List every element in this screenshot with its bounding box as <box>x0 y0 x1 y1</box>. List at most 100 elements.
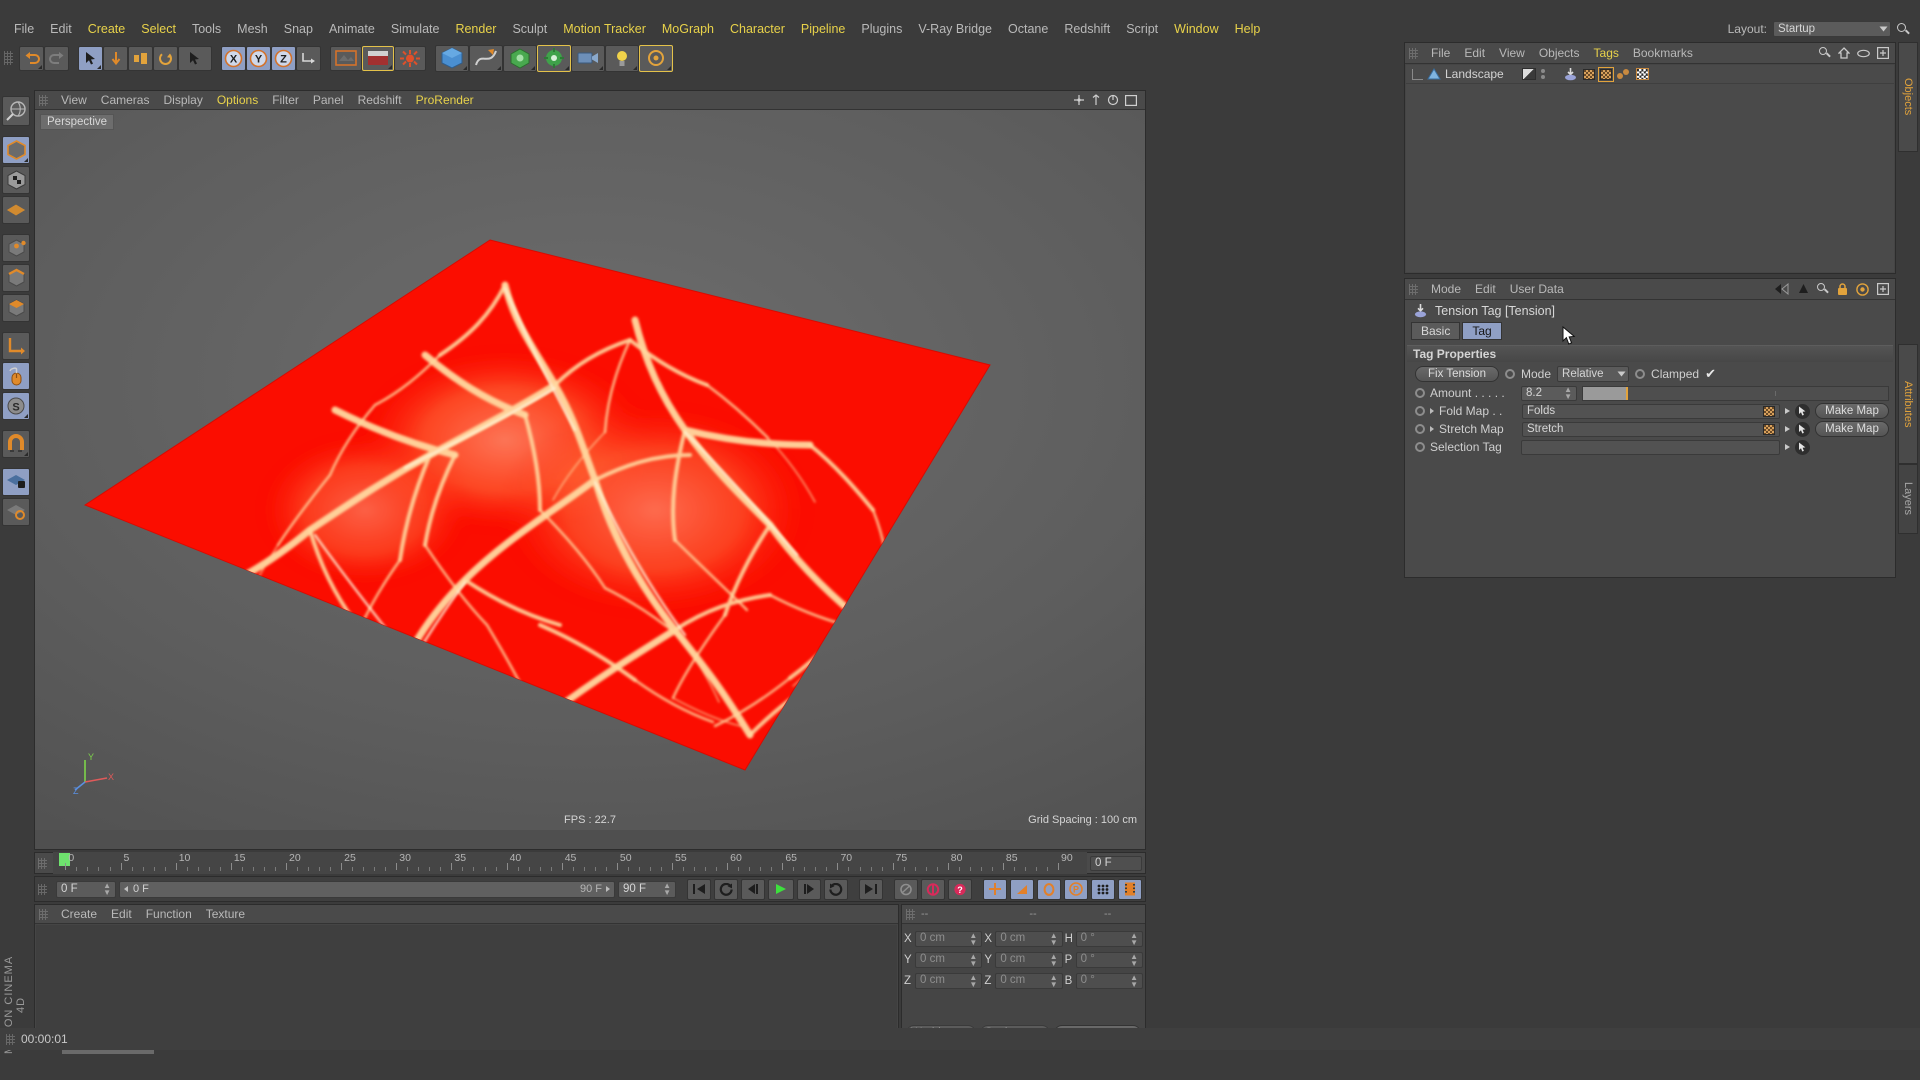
menu-item-create[interactable]: Create <box>80 18 134 40</box>
make-editable-button[interactable] <box>2 96 30 126</box>
playback-grip[interactable] <box>38 883 47 895</box>
menu-item-render[interactable]: Render <box>447 18 504 40</box>
object-menu-item-objects[interactable]: Objects <box>1532 43 1587 63</box>
tab-attributes[interactable]: Attributes <box>1898 344 1918 464</box>
attribute-menu-item-mode[interactable]: Mode <box>1424 279 1468 299</box>
material-menu-item-function[interactable]: Function <box>139 904 199 924</box>
coordinate-input[interactable]: 0 ° ▲ ▼ <box>1075 951 1143 968</box>
animate-radio[interactable] <box>1415 424 1425 434</box>
uv-tag-icon[interactable] <box>1635 68 1649 80</box>
add-camera-button[interactable] <box>571 44 605 72</box>
coordinate-input[interactable]: 0 cm ▲ ▼ <box>915 972 983 989</box>
play-backwards-button[interactable] <box>714 878 738 900</box>
clamped-anim-radio[interactable] <box>1635 369 1646 379</box>
frame-range-bar[interactable]: 0 F 90 F <box>119 880 615 898</box>
attribute-tab-basic[interactable]: Basic <box>1411 322 1461 340</box>
stepper-icon-coord[interactable]: ▲ ▼ <box>969 973 977 988</box>
target-icon[interactable] <box>1856 282 1869 296</box>
menu-item-file[interactable]: File <box>6 18 42 40</box>
visibility-dots-icon[interactable] <box>1540 69 1545 79</box>
point-level-animation-button[interactable] <box>1091 878 1115 900</box>
fix-tension-button[interactable]: Fix Tension <box>1415 366 1499 382</box>
tension-tag-icon[interactable] <box>1563 67 1578 81</box>
expand-arrow-icon[interactable] <box>1430 408 1434 414</box>
soft-selection-button[interactable]: S <box>2 392 30 420</box>
material-menu-item-create[interactable]: Create <box>54 904 104 924</box>
redo-button[interactable] <box>44 45 69 71</box>
object-grip[interactable] <box>1409 47 1418 59</box>
add-layer-icon[interactable] <box>1877 47 1889 59</box>
texture-tag-icon-2[interactable] <box>1597 66 1614 82</box>
rotate-tool[interactable] <box>153 45 178 71</box>
stepper-icon-coord[interactable]: ▲ ▼ <box>1050 931 1058 946</box>
menu-item-sculpt[interactable]: Sculpt <box>504 18 555 40</box>
coordinate-input[interactable]: 0 cm ▲ ▼ <box>995 972 1063 989</box>
expand-arrow-icon[interactable] <box>1430 426 1434 432</box>
menu-item-pipeline[interactable]: Pipeline <box>793 18 853 40</box>
current-frame-input[interactable]: 0 F ▲ ▼ <box>56 880 116 898</box>
animate-radio[interactable] <box>1415 406 1425 416</box>
material-menu-item-texture[interactable]: Texture <box>199 904 252 924</box>
viewport-menu-item-redshift[interactable]: Redshift <box>351 90 409 110</box>
enable-axis-button[interactable] <box>2 362 30 390</box>
texture-tag-icon-1[interactable] <box>1582 68 1595 80</box>
menu-item-select[interactable]: Select <box>133 18 184 40</box>
material-dots-icon[interactable] <box>1616 68 1631 80</box>
world-object-coordinates-button[interactable] <box>296 45 321 71</box>
stepper-icon[interactable]: ▲ ▼ <box>103 882 111 897</box>
map-thumbnail-icon[interactable] <box>1763 423 1775 435</box>
search-icon-attributes[interactable] <box>1817 283 1829 295</box>
record-position-button[interactable] <box>921 878 945 900</box>
menu-item-character[interactable]: Character <box>722 18 793 40</box>
step-forward-button[interactable] <box>797 878 821 900</box>
viewport-menu-item-prorender[interactable]: ProRender <box>409 90 481 110</box>
polygons-mode-button[interactable] <box>2 294 30 322</box>
select-arrow-tool[interactable] <box>178 45 212 71</box>
object-tree[interactable]: Landscape <box>1406 65 1894 272</box>
visibility-toggle-icon[interactable] <box>1521 68 1536 80</box>
object-menu-item-view[interactable]: View <box>1492 43 1532 63</box>
stepper-icon-amount[interactable]: ▲ ▼ <box>1564 386 1572 401</box>
animate-radio[interactable] <box>1415 388 1425 398</box>
stepper-icon-coord[interactable]: ▲ ▼ <box>1130 952 1138 967</box>
object-menu-item-bookmarks[interactable]: Bookmarks <box>1626 43 1700 63</box>
link-arrow-icon[interactable] <box>1785 444 1790 450</box>
menu-item-animate[interactable]: Animate <box>321 18 383 40</box>
layout-select[interactable]: Startup <box>1773 21 1891 37</box>
coordinate-input[interactable]: 0 cm ▲ ▼ <box>995 930 1063 947</box>
points-mode-button[interactable] <box>2 234 30 262</box>
workplane-button[interactable] <box>2 196 30 224</box>
view-maximize-icon[interactable] <box>1125 94 1137 106</box>
coordinates-grip[interactable] <box>906 908 915 920</box>
attributes-grip[interactable] <box>1409 283 1418 295</box>
status-grip[interactable] <box>6 1033 15 1045</box>
workplane-rotate-button[interactable] <box>2 498 30 526</box>
viewport-menu-item-view[interactable]: View <box>54 90 94 110</box>
menu-item-edit[interactable]: Edit <box>42 18 80 40</box>
map-thumbnail-icon[interactable] <box>1763 405 1775 417</box>
render-to-picture-viewer-button[interactable] <box>362 45 394 71</box>
pick-object-icon[interactable] <box>1795 439 1810 455</box>
magnet-tool-button[interactable] <box>2 430 30 458</box>
attribute-link-field[interactable] <box>1521 439 1780 455</box>
coordinate-input[interactable]: 0 ° ▲ ▼ <box>1075 972 1143 989</box>
lock-z-axis-button[interactable]: Z <box>271 45 296 71</box>
link-arrow-icon[interactable] <box>1785 408 1790 414</box>
view-zoom-icon[interactable] <box>1091 94 1101 106</box>
menu-item-mesh[interactable]: Mesh <box>229 18 276 40</box>
stepper-icon-coord[interactable]: ▲ ▼ <box>1130 931 1138 946</box>
lock-icon[interactable] <box>1837 282 1848 296</box>
loop-button[interactable] <box>824 878 848 900</box>
viewport-canvas[interactable]: Perspective Y X Z FPS: 22.7 Grid Spacin… <box>35 110 1145 830</box>
lock-x-axis-button[interactable]: X <box>221 45 246 71</box>
material-menu-item-edit[interactable]: Edit <box>104 904 139 924</box>
tab-layers[interactable]: Layers <box>1898 464 1918 534</box>
record-keyframe-button[interactable]: ? <box>948 878 972 900</box>
table-row[interactable]: Landscape <box>1406 65 1894 84</box>
viewport-menu-item-cameras[interactable]: Cameras <box>94 90 157 110</box>
lock-workplane-button[interactable] <box>2 468 30 496</box>
viewport-grip[interactable] <box>39 94 48 106</box>
viewport-menu-item-panel[interactable]: Panel <box>306 90 351 110</box>
menu-item-script[interactable]: Script <box>1118 18 1166 40</box>
viewport-menu-item-display[interactable]: Display <box>156 90 209 110</box>
